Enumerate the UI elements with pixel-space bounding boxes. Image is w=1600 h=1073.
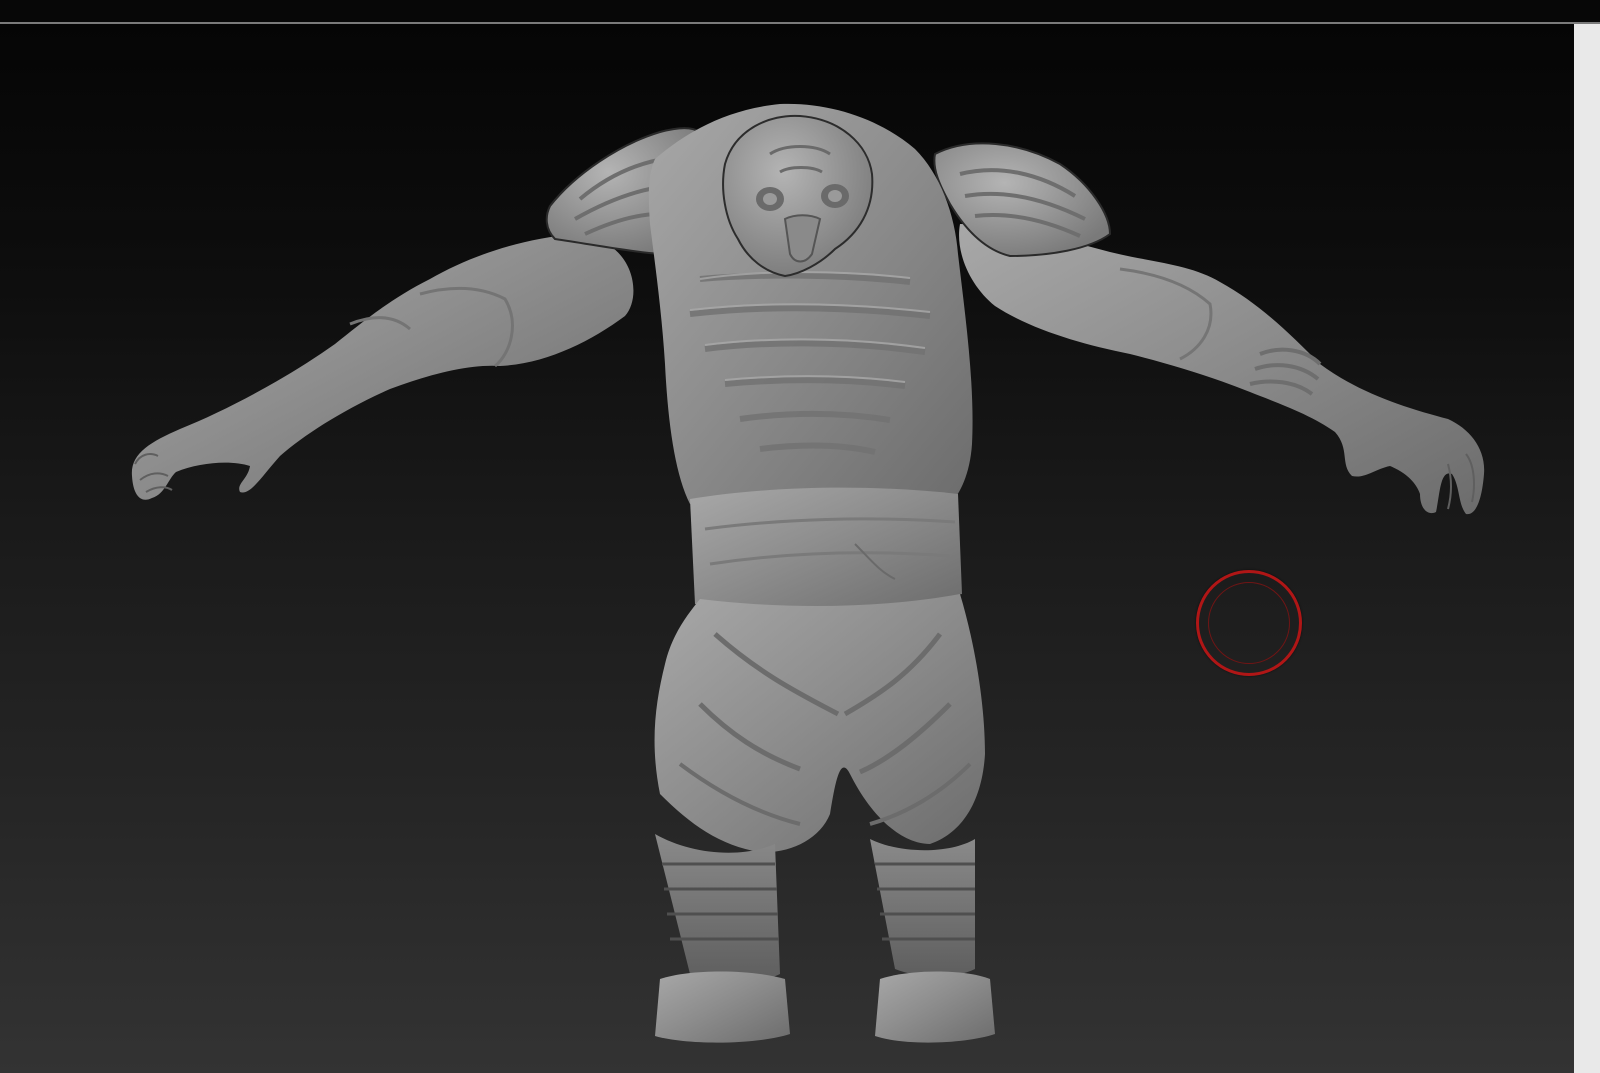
belt	[690, 487, 962, 610]
3d-viewport[interactable]	[0, 24, 1574, 1073]
right-arm	[959, 224, 1485, 515]
app-window	[0, 0, 1600, 1073]
sculpt-model[interactable]	[0, 24, 1574, 1073]
legs	[654, 594, 995, 1043]
right-panel-edge	[1574, 24, 1600, 1073]
top-bar	[0, 0, 1600, 24]
brush-cursor-icon	[1196, 570, 1302, 676]
brush-inner-ring	[1208, 582, 1290, 664]
left-arm	[131, 234, 634, 500]
